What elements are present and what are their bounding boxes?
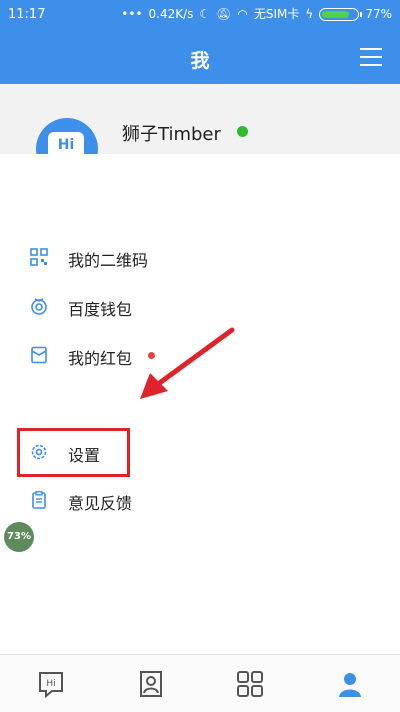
status-right: ••• 0.42K/s ☾ 🔕︎ ◠ 无SIM卡 ϟ 77%: [121, 7, 392, 21]
network-speed: 0.42K/s: [148, 7, 194, 21]
battery-icon: [319, 7, 363, 21]
menu-item-label: 意见反馈: [68, 494, 133, 513]
chat-icon[interactable]: Hi: [36, 669, 66, 699]
profile-name: 狮子Timber: [122, 124, 221, 145]
hamburger-menu-icon[interactable]: [360, 48, 382, 66]
qrcode-icon: [30, 248, 48, 266]
status-time: 11:17: [8, 7, 46, 22]
mute-icon: 🔕︎: [216, 7, 232, 21]
status-bar: 11:17 ••• 0.42K/s ☾ 🔕︎ ◠ 无SIM卡 ϟ 77%: [0, 0, 400, 32]
chat-icon-label: Hi: [46, 679, 55, 689]
online-status-dot: [237, 126, 248, 137]
feedback-icon: [32, 491, 46, 509]
contacts-icon[interactable]: [136, 669, 166, 699]
floating-memory-ball[interactable]: 73%: [4, 522, 34, 552]
red-envelope-icon: [31, 346, 47, 364]
wifi-icon: ◠: [237, 7, 248, 21]
bottom-nav: Hi: [0, 654, 400, 712]
profile-header[interactable]: Hi 狮子Timber: [0, 84, 400, 154]
menu-item-qrcode[interactable]: 我的二维码: [0, 238, 400, 278]
moon-icon: ☾: [199, 7, 211, 21]
title-bar: 我: [0, 32, 400, 84]
profile-icon[interactable]: [335, 669, 365, 699]
signal-dots-icon: •••: [121, 7, 143, 21]
settings-highlight-box: [17, 428, 130, 477]
sim-status: 无SIM卡: [253, 7, 300, 21]
pointer-arrow: [140, 327, 235, 399]
charging-icon: ϟ: [305, 7, 314, 21]
menu-item-wallet[interactable]: 百度钱包: [0, 287, 400, 327]
apps-icon[interactable]: [235, 669, 265, 699]
menu-item-label: 我的二维码: [68, 251, 149, 270]
menu-item-label: 百度钱包: [68, 300, 133, 319]
battery-percent: 77%: [365, 7, 392, 21]
wallet-icon: [31, 298, 47, 315]
page-title: 我: [190, 50, 210, 72]
menu-item-feedback[interactable]: 意见反馈: [0, 481, 400, 521]
